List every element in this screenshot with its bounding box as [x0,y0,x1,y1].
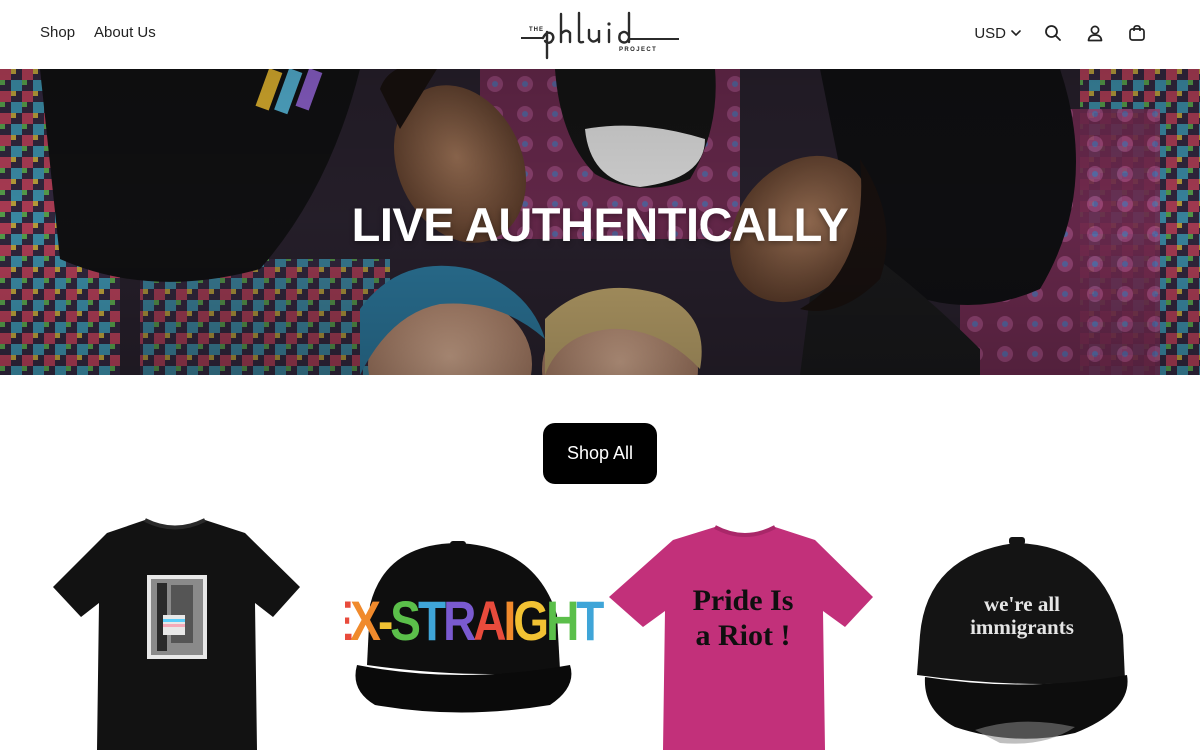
nav-about-link[interactable]: About Us [94,24,156,41]
cart-icon [1129,24,1145,41]
account-icon [1087,25,1103,42]
logo-the-text: THE [529,27,544,33]
site-logo[interactable]: THE PROJECT [519,8,681,60]
product-card-black-tee[interactable] [45,515,305,750]
main-nav: Shop About Us [40,24,156,41]
black-tee-image [53,518,300,750]
hero-banner: LIVE AUTHENTICALLY [0,69,1200,375]
tee-print-line1: Pride Is [693,584,794,617]
search-button[interactable] [1042,22,1064,44]
chevron-down-icon [1011,30,1021,37]
currency-selector[interactable]: USD [974,25,1022,42]
hat-print-text: EX-STRAIGHT [345,590,604,652]
product-card-pink-tee[interactable]: Pride Is a Riot ! [605,515,873,750]
tee-print-line2: a Riot ! [696,619,791,652]
pink-tee-image: Pride Is a Riot ! [609,525,873,750]
nav-shop-link[interactable]: Shop [40,24,75,41]
header-actions: USD [974,22,1148,44]
logo-project-text: PROJECT [619,47,658,53]
search-icon [1045,25,1061,41]
hero-title: LIVE AUTHENTICALLY [351,198,849,251]
product-card-immigrants-cap[interactable]: we're all immigrants [905,515,1165,750]
immigrants-cap-image: we're all immigrants [917,537,1128,744]
cap-print-line2: immigrants [970,615,1074,639]
shop-all-button[interactable]: Shop All [543,423,657,484]
cart-button[interactable] [1126,22,1148,44]
cap-print-line1: we're all [984,592,1060,616]
currency-label: USD [974,24,1006,42]
account-button[interactable] [1084,22,1106,44]
product-card-ex-straight-hat[interactable]: EX-STRAIGHT [345,515,605,750]
site-header: Shop About Us THE PROJECT USD [0,0,1200,69]
ex-straight-hat-image: EX-STRAIGHT [345,541,605,713]
product-grid: EX-STRAIGHT Pride Is a Riot ! we're all … [0,515,1200,750]
